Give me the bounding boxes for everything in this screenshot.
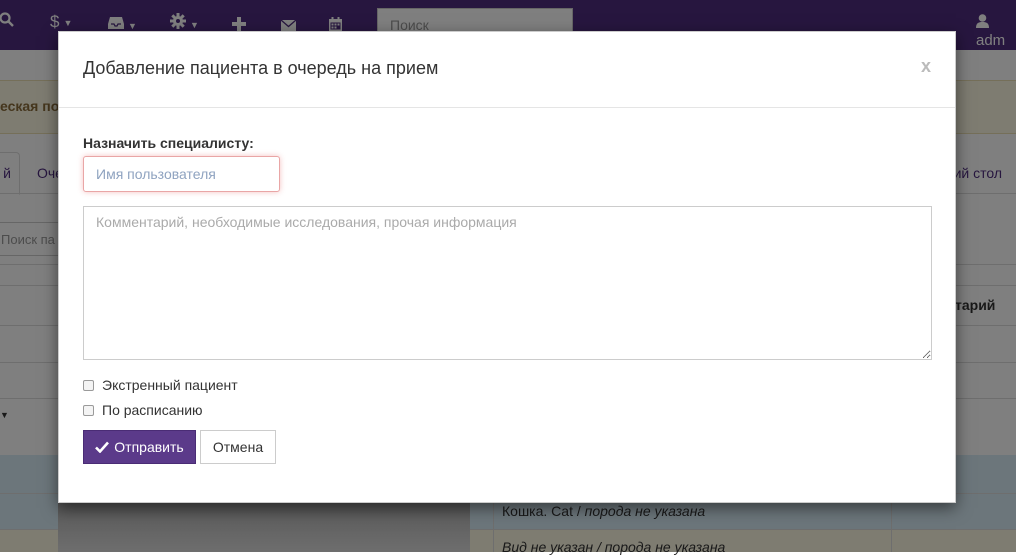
close-button[interactable]: x xyxy=(921,56,931,77)
comment-textarea[interactable] xyxy=(83,206,932,360)
schedule-checkbox-row[interactable]: По расписанию xyxy=(83,402,203,418)
add-to-queue-modal: Добавление пациента в очередь на прием x… xyxy=(58,31,956,503)
submit-button[interactable]: Отправить xyxy=(83,430,196,464)
check-icon xyxy=(95,441,110,453)
modal-title: Добавление пациента в очередь на прием xyxy=(83,58,439,78)
emergency-checkbox-row[interactable]: Экстренный пациент xyxy=(83,377,238,393)
cancel-button[interactable]: Отмена xyxy=(200,430,276,464)
specialist-input[interactable] xyxy=(83,156,280,192)
emergency-label: Экстренный пациент xyxy=(102,377,238,393)
schedule-label: По расписанию xyxy=(102,402,203,418)
assign-specialist-label: Назначить специалисту: xyxy=(83,135,254,151)
submit-label: Отправить xyxy=(114,439,184,455)
modal-header: Добавление пациента в очередь на прием x xyxy=(59,32,955,108)
schedule-checkbox[interactable] xyxy=(83,404,94,416)
emergency-checkbox[interactable] xyxy=(83,379,94,391)
